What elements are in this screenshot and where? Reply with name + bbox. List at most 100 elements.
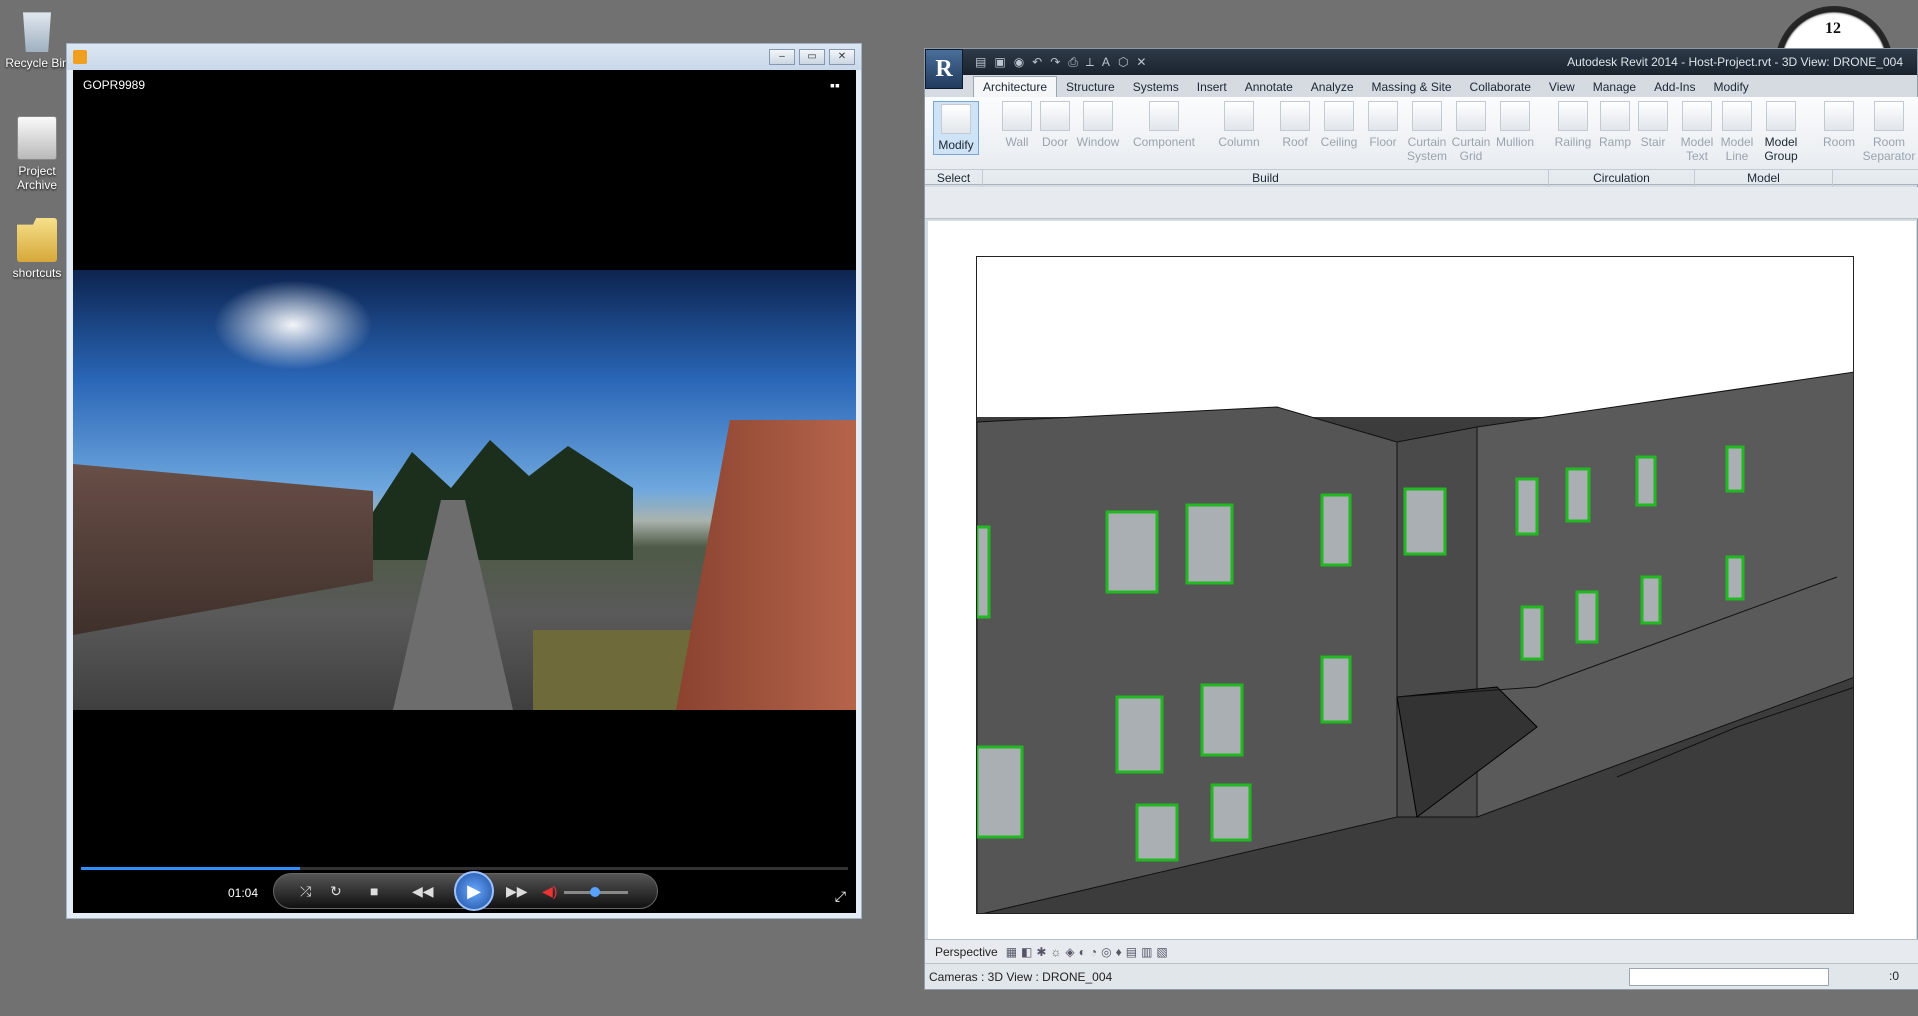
switch-to-library-icon[interactable]: ▪▪: [830, 78, 846, 92]
railing-tool-button[interactable]: Railing: [1551, 101, 1595, 149]
tab-manage[interactable]: Manage: [1584, 77, 1645, 97]
volume-slider[interactable]: [564, 887, 628, 897]
media-player-logo-icon: [73, 50, 87, 64]
video-building-left: [73, 464, 373, 635]
tab-collaborate[interactable]: Collaborate: [1461, 77, 1540, 97]
tool-label: Column: [1218, 135, 1260, 149]
curtain-grid-tool-button[interactable]: Curtain Grid: [1451, 101, 1491, 163]
workset-selector[interactable]: [1629, 968, 1829, 986]
floor-tool-button[interactable]: Floor: [1365, 101, 1401, 149]
stair-tool-button[interactable]: Stair: [1635, 101, 1671, 149]
tab-systems[interactable]: Systems: [1124, 77, 1188, 97]
redo-icon[interactable]: ↷: [1050, 55, 1060, 70]
tool-label: Railing: [1554, 135, 1592, 149]
revit-application-button[interactable]: R: [925, 49, 963, 89]
close-hidden-icon[interactable]: ✕: [1136, 55, 1146, 70]
shuffle-icon[interactable]: ⤮: [300, 883, 311, 899]
group-select[interactable]: Select: [925, 170, 983, 187]
window-tool-button[interactable]: Window: [1073, 101, 1123, 149]
revit-titlebar[interactable]: R ▤ ▣ ◉ ↶ ↷ ⎙ ⟂ A ⬡ ✕ Autodesk Revit 201…: [925, 49, 1917, 89]
tab-modify[interactable]: Modify: [1704, 77, 1757, 97]
sync-icon[interactable]: ◉: [1014, 55, 1024, 70]
curtain-system-icon: [1412, 101, 1442, 131]
model-group-tool-button[interactable]: Model Group: [1759, 101, 1803, 163]
open-icon[interactable]: ▤: [975, 55, 986, 70]
text-icon[interactable]: A: [1102, 55, 1110, 70]
group-circulation: Circulation: [1549, 170, 1695, 187]
curtain-system-tool-button[interactable]: Curtain System: [1405, 101, 1449, 163]
fullscreen-icon[interactable]: ⤢: [835, 888, 846, 905]
quick-access-toolbar: ▤ ▣ ◉ ↶ ↷ ⎙ ⟂ A ⬡ ✕: [975, 55, 1146, 70]
undo-icon[interactable]: ↶: [1032, 55, 1042, 70]
model-text-tool-button[interactable]: Model Text: [1677, 101, 1717, 163]
model-line-icon: [1722, 101, 1752, 131]
ramp-tool-button[interactable]: Ramp: [1597, 101, 1633, 149]
view-mode-label[interactable]: Perspective: [935, 945, 998, 959]
stop-icon[interactable]: ■: [370, 883, 378, 899]
video-building-right: [676, 420, 856, 710]
media-player-titlebar[interactable]: – ▭ ✕: [67, 44, 861, 70]
model-line-tool-button[interactable]: Model Line: [1717, 101, 1757, 163]
ramp-icon: [1600, 101, 1630, 131]
tool-label: Stair: [1640, 135, 1666, 149]
modify-tool-button[interactable]: Modify: [933, 101, 979, 155]
seek-bar[interactable]: [81, 867, 848, 870]
play-button[interactable]: ▶: [454, 871, 494, 911]
tab-massing-site[interactable]: Massing & Site: [1363, 77, 1461, 97]
3d-model-render: [977, 371, 1853, 913]
minimize-button[interactable]: –: [769, 49, 795, 65]
tab-add-ins[interactable]: Add-Ins: [1645, 77, 1704, 97]
tab-view[interactable]: View: [1540, 77, 1584, 97]
tool-label: Curtain System: [1406, 135, 1447, 163]
tab-insert[interactable]: Insert: [1188, 77, 1236, 97]
door-tool-button[interactable]: Door: [1037, 101, 1073, 149]
curtain-grid-icon: [1456, 101, 1486, 131]
drawing-area[interactable]: [928, 221, 1916, 941]
tool-label: Ramp: [1598, 135, 1631, 149]
video-sun-glare: [213, 280, 373, 370]
mute-icon[interactable]: ◀): [542, 883, 557, 899]
revit-window: R ▤ ▣ ◉ ↶ ↷ ⎙ ⟂ A ⬡ ✕ Autodesk Revit 201…: [924, 48, 1918, 990]
roof-tool-button[interactable]: Roof: [1277, 101, 1313, 149]
ribbon-tabs: Architecture Structure Systems Insert An…: [973, 75, 1758, 97]
tab-annotate[interactable]: Annotate: [1236, 77, 1302, 97]
volume-knob[interactable]: [589, 887, 600, 897]
model-text-icon: [1682, 101, 1712, 131]
folder-icon: [17, 218, 57, 262]
model-group-icon: [1766, 101, 1796, 131]
wall-icon: [1002, 101, 1032, 131]
room-separator-tool-button[interactable]: Room Separator: [1861, 101, 1917, 163]
next-icon[interactable]: ▶▶: [506, 883, 528, 899]
desktop-icon-shortcuts[interactable]: shortcuts: [4, 218, 70, 280]
tab-structure[interactable]: Structure: [1057, 77, 1124, 97]
save-icon[interactable]: ▣: [994, 55, 1005, 70]
tool-label: Roof: [1282, 135, 1308, 149]
tool-label: Model Line: [1720, 135, 1754, 163]
ceiling-tool-button[interactable]: Ceiling: [1317, 101, 1361, 149]
previous-icon[interactable]: ◀◀: [412, 883, 434, 899]
3d-view-icon[interactable]: ⬡: [1118, 55, 1128, 70]
close-button[interactable]: ✕: [829, 49, 855, 65]
component-tool-button[interactable]: Component: [1129, 101, 1199, 149]
video-frame[interactable]: [73, 270, 856, 710]
measure-icon[interactable]: ⟂: [1086, 55, 1094, 70]
tool-label: Mullion: [1495, 135, 1534, 149]
tool-label: Window: [1076, 135, 1120, 149]
repeat-icon[interactable]: ↻: [330, 883, 342, 899]
mullion-tool-button[interactable]: Mullion: [1493, 101, 1537, 149]
status-text: Cameras : 3D View : DRONE_004: [929, 969, 1113, 984]
elapsed-time: 01:04: [228, 886, 259, 900]
desktop-icon-project-archive[interactable]: Project Archive: [4, 116, 70, 192]
print-icon[interactable]: ⎙: [1068, 55, 1078, 70]
room-tool-button[interactable]: Room: [1821, 101, 1857, 149]
wall-tool-button[interactable]: Wall: [999, 101, 1035, 149]
status-counter: :0: [1888, 969, 1899, 983]
tab-architecture[interactable]: Architecture: [973, 76, 1058, 97]
desktop-icon-recycle-bin[interactable]: Recycle Bin: [4, 8, 70, 70]
view-crop-region[interactable]: [976, 256, 1854, 914]
railing-icon: [1558, 101, 1588, 131]
tab-analyze[interactable]: Analyze: [1302, 77, 1363, 97]
maximize-button[interactable]: ▭: [799, 49, 825, 65]
column-tool-button[interactable]: Column: [1211, 101, 1267, 149]
view-control-icons[interactable]: ▦◧✱☼◈◐◔◎♦▤▥▧: [1006, 945, 1172, 959]
